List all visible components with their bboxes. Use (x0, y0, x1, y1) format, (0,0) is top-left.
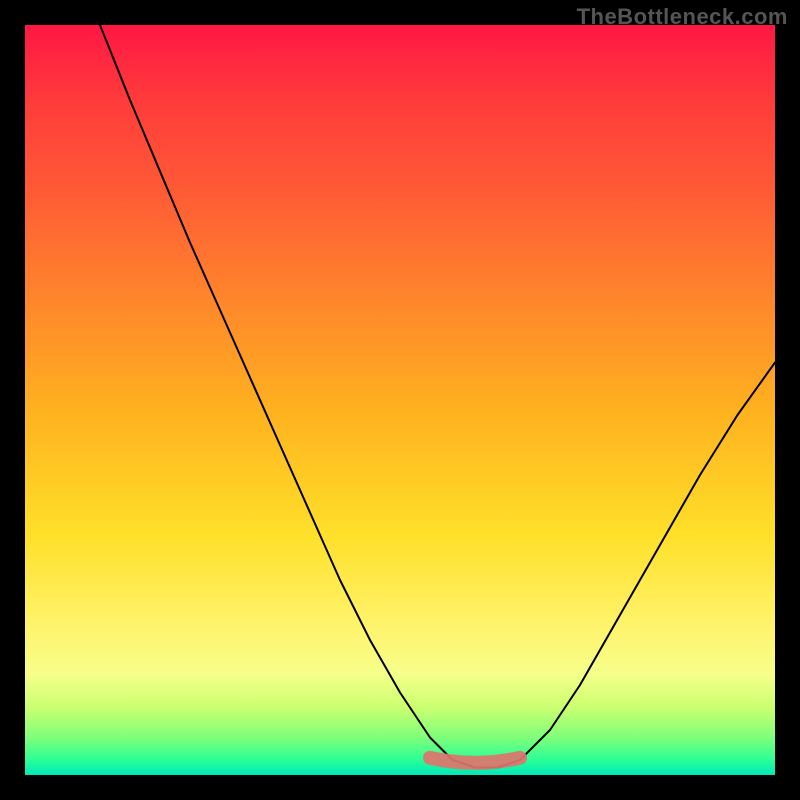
watermark-text: TheBottleneck.com (577, 4, 788, 30)
bottleneck-curve (100, 25, 775, 768)
plateau-highlight (430, 758, 520, 763)
chart-frame: TheBottleneck.com (0, 0, 800, 800)
curve-svg (25, 25, 775, 775)
plot-area (25, 25, 775, 775)
